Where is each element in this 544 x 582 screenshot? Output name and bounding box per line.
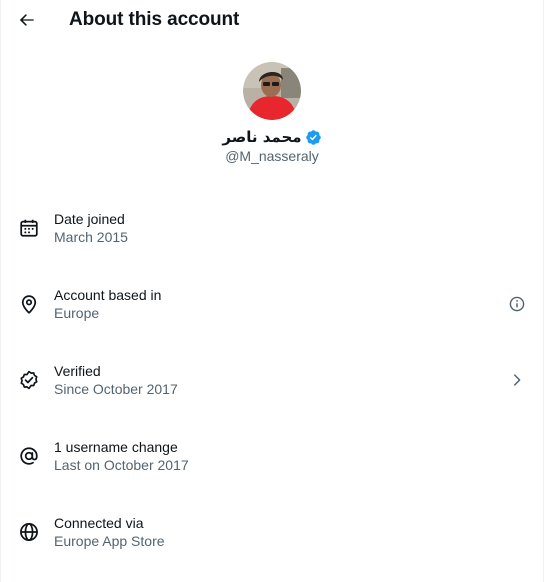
chevron-right-icon[interactable] [505,368,529,392]
calendar-icon [18,217,40,239]
info-row-username-change: 1 username change Last on October 2017 [1,428,543,484]
info-row-connected-via: Connected via Europe App Store [1,504,543,560]
info-icon[interactable] [505,292,529,316]
page-header: About this account [1,0,543,40]
name-row: محمد ناصر [1,127,543,147]
row-subtitle: Europe [54,305,100,321]
row-subtitle: Last on October 2017 [54,457,189,473]
verified-badge-icon [305,129,322,146]
row-text: Connected via Europe App Store [54,514,165,550]
row-text: Date joined March 2015 [54,210,128,246]
globe-icon [18,521,40,543]
display-name: محمد ناصر [222,128,302,146]
at-sign-icon [18,445,40,467]
location-pin-icon [18,293,40,315]
info-row-date-joined: Date joined March 2015 [1,200,543,256]
profile-summary: محمد ناصر @M_nasseraly [1,62,543,164]
page-title: About this account [69,9,240,30]
info-row-account-based-in: Account based in Europe [1,276,543,332]
back-button[interactable] [11,4,43,36]
avatar-image [243,62,301,120]
row-subtitle: Europe App Store [54,533,165,549]
row-subtitle: Since October 2017 [54,381,178,397]
row-title: Account based in [54,287,162,303]
about-account-page: About this account محمد ناصر @M_nasseral… [0,0,544,582]
row-title: Date joined [54,211,125,227]
row-text: Account based in Europe [54,286,161,322]
row-text: Verified Since October 2017 [54,362,178,398]
row-subtitle: March 2015 [54,229,128,245]
info-row-verified[interactable]: Verified Since October 2017 [1,352,543,408]
arrow-left-icon [19,14,34,26]
verified-check-icon [18,369,40,391]
row-text: 1 username change Last on October 2017 [54,438,189,474]
row-title: 1 username change [54,439,178,455]
row-title: Connected via [54,515,144,531]
row-title: Verified [54,363,101,379]
user-handle: @M_nasseraly [225,148,319,164]
avatar[interactable] [243,62,301,120]
